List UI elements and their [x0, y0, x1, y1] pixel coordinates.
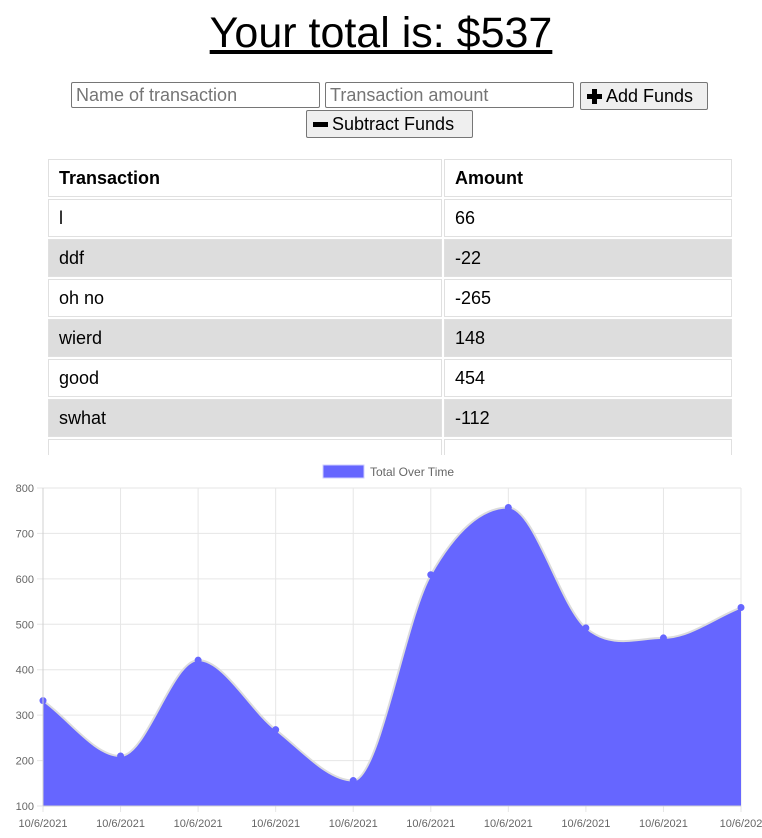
x-tick-label: 10/6/2021	[174, 818, 223, 830]
transactions-table-container[interactable]: Transaction Amount l 66 ddf -22 oh no -2…	[46, 157, 734, 455]
subtract-funds-button[interactable]: Subtract Funds	[306, 110, 473, 138]
y-tick-label: 300	[16, 710, 34, 722]
transaction-name: ddf	[48, 239, 442, 277]
table-row: good 454	[48, 359, 732, 397]
add-funds-button[interactable]: Add Funds	[580, 82, 708, 110]
y-tick-label: 500	[16, 619, 34, 631]
data-point	[504, 504, 512, 512]
x-tick-label: 10/6/2021	[406, 818, 455, 830]
subtract-funds-label: Subtract Funds	[332, 113, 455, 134]
table-header-row: Transaction Amount	[48, 159, 732, 197]
transactions-table: Transaction Amount l 66 ddf -22 oh no -2…	[46, 157, 734, 455]
data-point	[194, 656, 202, 664]
transaction-name: good	[48, 359, 442, 397]
transaction-name: swhat	[48, 399, 442, 437]
y-tick-label: 100	[16, 801, 34, 813]
data-point	[349, 777, 357, 785]
column-header-amount: Amount	[444, 159, 732, 197]
data-point	[582, 624, 590, 632]
x-tick-label: 10/6/2021	[329, 818, 378, 830]
data-point	[737, 603, 745, 611]
table-row: oh no -265	[48, 279, 732, 317]
legend-swatch	[322, 464, 365, 479]
data-point	[117, 752, 125, 760]
transaction-name: l	[48, 199, 442, 237]
plus-icon	[587, 88, 602, 104]
minus-icon	[313, 117, 328, 132]
x-tick-label: 10/6/2021	[251, 818, 300, 830]
x-tick-label: 10/6/2021	[19, 818, 68, 830]
transaction-name: oh no	[48, 279, 442, 317]
x-tick-label: 10/6/2021	[639, 818, 688, 830]
y-tick-label: 200	[16, 756, 34, 768]
transaction-amount: 66	[444, 199, 732, 237]
table-row: l 66	[48, 199, 732, 237]
transaction-name-input[interactable]	[71, 82, 320, 108]
data-point	[659, 634, 667, 642]
x-tick-label: 10/6/202	[720, 818, 762, 830]
transaction-amount-input[interactable]	[325, 82, 574, 108]
transaction-name: wierd	[48, 319, 442, 357]
table-row	[48, 439, 732, 455]
x-tick-label: 10/6/2021	[561, 818, 610, 830]
transaction-amount: -265	[444, 279, 732, 317]
x-tick-label: 10/6/2021	[484, 818, 533, 830]
data-point	[427, 571, 435, 579]
y-tick-label: 600	[16, 574, 34, 586]
column-header-transaction: Transaction	[48, 159, 442, 197]
table-row: ddf -22	[48, 239, 732, 277]
y-tick-label: 400	[16, 665, 34, 677]
x-tick-label: 10/6/2021	[96, 818, 145, 830]
transaction-name	[48, 439, 442, 455]
total-over-time-chart: 100 200 300 400 500 600 700 800 10/6/2021 10/6/20…	[16, 464, 762, 830]
table-row: swhat -112	[48, 399, 732, 437]
y-tick-label: 700	[16, 528, 34, 540]
table-row: wierd 148	[48, 319, 732, 357]
data-point	[272, 726, 280, 734]
transaction-amount	[444, 439, 732, 455]
transaction-form: Add Funds Subtract Funds	[0, 82, 762, 142]
y-tick-label: 800	[16, 483, 34, 495]
transaction-amount: -112	[444, 399, 732, 437]
legend-label: Total Over Time	[370, 465, 454, 479]
series-area	[43, 507, 741, 806]
add-funds-label: Add Funds	[606, 85, 694, 106]
transaction-amount: -22	[444, 239, 732, 277]
transaction-amount: 454	[444, 359, 732, 397]
transaction-amount: 148	[444, 319, 732, 357]
total-heading: Your total is: $537	[209, 9, 553, 57]
